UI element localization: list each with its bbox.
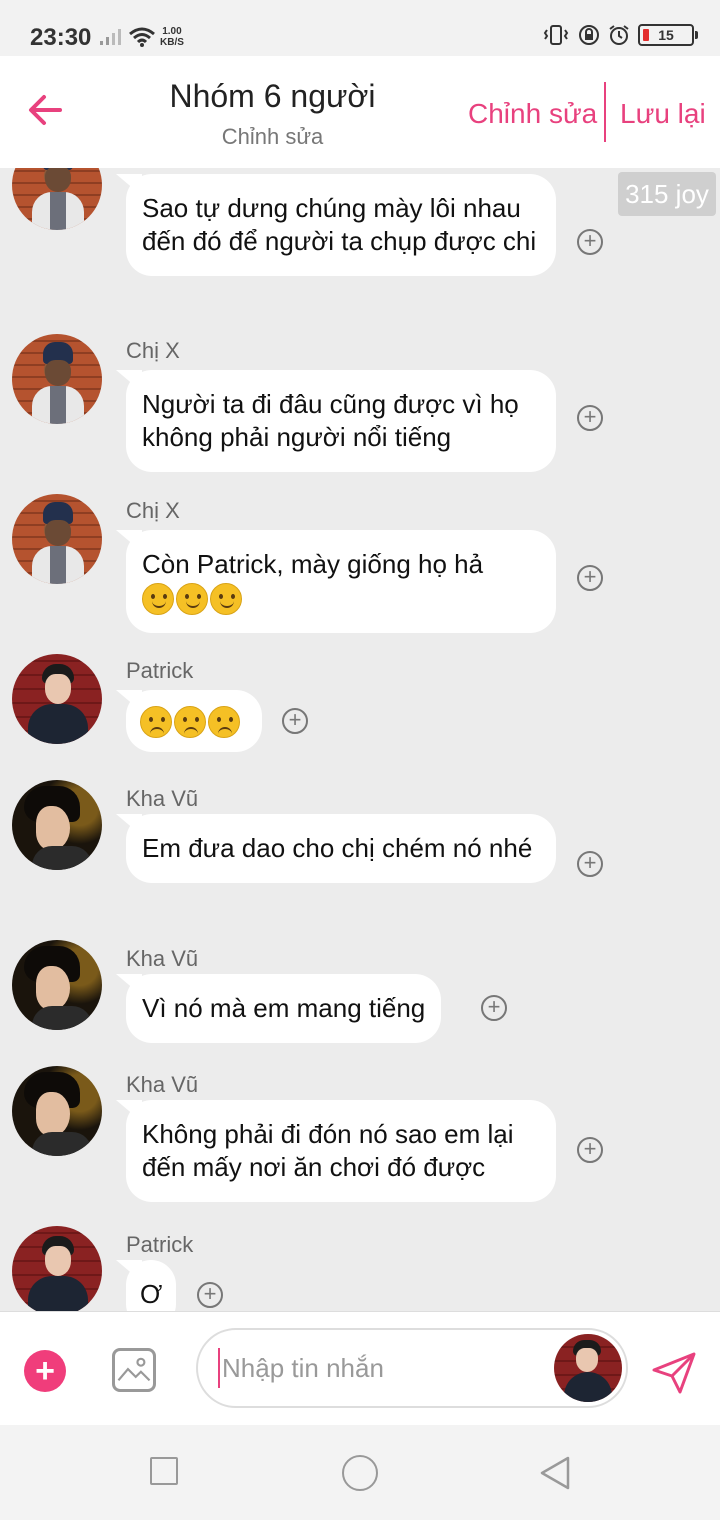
- save-button[interactable]: Lưu lại: [620, 98, 706, 130]
- avatar[interactable]: [12, 780, 102, 870]
- add-reaction-icon[interactable]: +: [481, 995, 507, 1021]
- sender-name: Chị X: [126, 498, 180, 523]
- group-title: Nhóm 6 người: [169, 78, 376, 114]
- sender-name: Kha Vũ: [126, 946, 199, 971]
- sender-name: Patrick: [126, 658, 194, 683]
- chat-header: Nhóm 6 người Chỉnh sửa Chỉnh sửa Lưu lại: [0, 56, 720, 168]
- add-reaction-icon[interactable]: +: [577, 565, 603, 591]
- avatar[interactable]: [12, 940, 102, 1030]
- add-reaction-icon[interactable]: +: [577, 851, 603, 877]
- worried-face-emoji: [140, 706, 172, 739]
- status-bar: 23:30 1.00 KB/S 15: [0, 0, 720, 56]
- message-composer: +: [0, 1311, 720, 1425]
- back-triangle-icon[interactable]: [538, 1455, 572, 1491]
- network-speed: 1.00 KB/S: [160, 26, 184, 48]
- vibrate-icon: [543, 25, 569, 45]
- edit-button[interactable]: Chỉnh sửa: [468, 98, 597, 130]
- home-icon[interactable]: [342, 1455, 378, 1491]
- system-navigation-bar: [0, 1425, 720, 1520]
- avatar[interactable]: [12, 1226, 102, 1311]
- avatar[interactable]: [12, 334, 102, 424]
- message-bubble[interactable]: Sao tự dưng chúng mày lôi nhau đến đó để…: [126, 174, 556, 276]
- worried-face-emoji: [208, 706, 240, 739]
- sender-name: Kha Vũ: [126, 786, 199, 811]
- message-bubble[interactable]: [126, 690, 262, 753]
- status-time: 23:30: [30, 24, 92, 51]
- battery-indicator: 15: [638, 24, 698, 46]
- alarm-icon: [609, 25, 629, 45]
- wifi-icon: [129, 27, 155, 47]
- smiling-face-emoji: [210, 583, 242, 616]
- image-icon[interactable]: [112, 1348, 156, 1392]
- message-bubble[interactable]: Vì nó mà em mang tiếng: [126, 974, 442, 1043]
- recent-apps-icon[interactable]: [150, 1457, 178, 1485]
- plus-icon[interactable]: +: [24, 1350, 66, 1392]
- smiling-face-emoji: [142, 583, 174, 616]
- smiling-face-emoji: [176, 583, 208, 616]
- add-reaction-icon[interactable]: +: [577, 1137, 603, 1163]
- message-bubble[interactable]: Còn Patrick, mày giống họ hả: [126, 530, 556, 634]
- sender-name: Patrick: [126, 1232, 194, 1257]
- send-icon[interactable]: [650, 1348, 698, 1396]
- signal-icon: [100, 29, 121, 45]
- joy-counter-badge: 315 joy: [618, 172, 716, 216]
- add-reaction-icon[interactable]: +: [577, 405, 603, 431]
- status-icons: 15: [542, 24, 698, 46]
- sender-name: Chị X: [126, 338, 180, 363]
- avatar[interactable]: [12, 494, 102, 584]
- message-bubble[interactable]: Không phải đi đón nó sao em lại đến mấy …: [126, 1100, 556, 1202]
- header-divider: [604, 82, 606, 142]
- message-bubble[interactable]: Ơ: [126, 1260, 177, 1311]
- message-bubble[interactable]: Em đưa dao cho chị chém nó nhé: [126, 814, 556, 883]
- chat-message-list[interactable]: 315 joy Sao tự dưng chúng mày lôi nhau đ…: [0, 168, 720, 1311]
- message-bubble[interactable]: Người ta đi đâu cũng được vì họ không ph…: [126, 370, 556, 472]
- group-subtitle[interactable]: Chỉnh sửa: [100, 124, 445, 150]
- sender-name: Kha Vũ: [126, 1072, 199, 1097]
- avatar[interactable]: [12, 654, 102, 744]
- add-reaction-icon[interactable]: +: [197, 1282, 223, 1308]
- message-input-container: [196, 1328, 628, 1408]
- add-reaction-icon[interactable]: +: [577, 229, 603, 255]
- message-input[interactable]: [218, 1348, 548, 1388]
- persona-avatar[interactable]: [554, 1334, 622, 1402]
- back-arrow-icon[interactable]: [24, 88, 68, 132]
- avatar[interactable]: [12, 168, 102, 230]
- lock-rotation-icon: [579, 25, 599, 45]
- add-reaction-icon[interactable]: +: [282, 708, 308, 734]
- worried-face-emoji: [174, 706, 206, 739]
- avatar[interactable]: [12, 1066, 102, 1156]
